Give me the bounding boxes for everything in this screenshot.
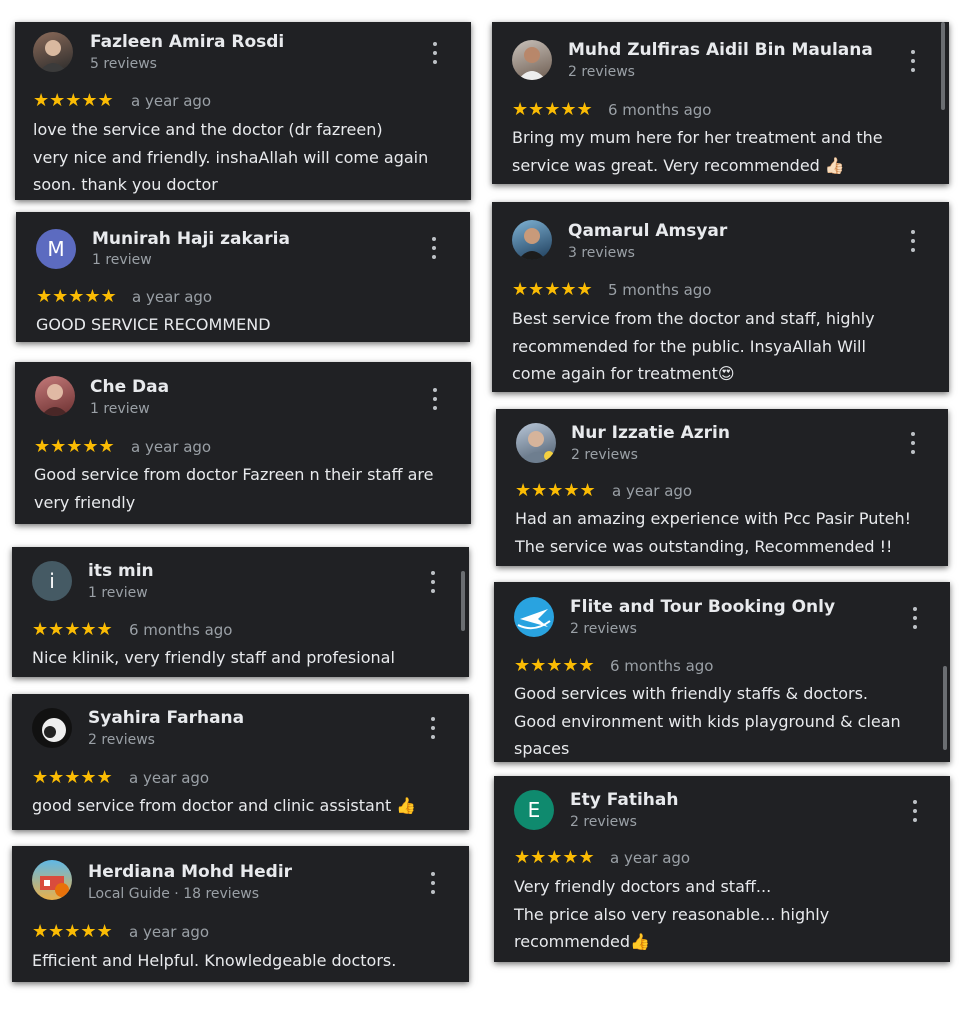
more-options-icon[interactable] [426,571,440,593]
person-photo-icon [522,431,554,463]
star-rating: ★★★★★ [512,99,593,120]
review-card: E Ety Fatihah 2 reviews ★★★★★ a year ago… [494,776,950,962]
reviewer-avatar[interactable]: i [32,561,72,601]
reviewer-avatar[interactable] [512,220,552,260]
review-time: a year ago [131,92,212,110]
review-text: Bring my mum here for her treatment and … [512,128,883,175]
review-text: good service from doctor and clinic assi… [32,796,417,815]
review-text: Good service from doctor Fazreen n their… [34,465,434,512]
more-options-icon[interactable] [908,607,922,629]
star-rating: ★★★★★ [514,655,595,676]
person-photo-icon [39,40,67,72]
reviewer-avatar[interactable] [514,597,554,637]
review-card: Herdiana Mohd Hedir Local Guide · 18 rev… [12,846,469,982]
review-time: 6 months ago [129,621,233,639]
reviewer-review-count: 2 reviews [570,814,637,830]
reviewer-avatar[interactable] [35,376,75,416]
review-card: Che Daa 1 review ★★★★★ a year ago Good s… [15,362,471,524]
review-text: Had an amazing experience with Pcc Pasir… [515,509,912,556]
star-rating: ★★★★★ [32,921,113,942]
reviewer-review-count: 2 reviews [568,64,635,80]
review-card: Fazleen Amira Rosdi 5 reviews ★★★★★ a ye… [15,22,471,200]
reviewer-review-count: 1 review [92,252,152,268]
reviewer-avatar[interactable]: M [36,229,76,269]
reviewer-review-count: 2 reviews [570,621,637,637]
more-options-icon[interactable] [426,872,440,894]
more-options-icon[interactable] [427,237,441,259]
more-options-icon[interactable] [906,50,920,72]
person-photo-icon [42,718,66,742]
review-text: GOOD SERVICE RECOMMEND [36,315,271,334]
more-options-icon[interactable] [908,800,922,822]
reviewer-review-count: 1 review [90,401,150,417]
reviewer-name[interactable]: Che Daa [90,377,169,397]
reviewer-name[interactable]: Fazleen Amira Rosdi [90,32,284,52]
reviewer-avatar[interactable]: E [514,790,554,830]
reviewer-avatar[interactable] [516,423,556,463]
person-photo-icon [41,384,69,416]
reviewer-avatar[interactable] [32,860,72,900]
reviewer-avatar[interactable] [32,708,72,748]
reviewer-name[interactable]: Syahira Farhana [88,708,244,728]
review-time: a year ago [129,923,210,941]
review-text: Best service from the doctor and staff, … [512,309,875,383]
review-card: Nur Izzatie Azrin 2 reviews ★★★★★ a year… [496,409,948,566]
reviewer-avatar[interactable] [33,32,73,72]
star-rating: ★★★★★ [33,90,114,111]
review-time: 6 months ago [608,101,712,119]
reviewer-name[interactable]: Muhd Zulfiras Aidil Bin Maulana [568,40,873,60]
review-card: Flite and Tour Booking Only 2 reviews ★★… [494,582,950,762]
star-rating: ★★★★★ [515,480,596,501]
reviewer-name[interactable]: Munirah Haji zakaria [92,229,290,249]
more-options-icon[interactable] [906,230,920,252]
reviewer-name[interactable]: Qamarul Amsyar [568,221,727,241]
star-rating: ★★★★★ [34,436,115,457]
reviewer-name[interactable]: Flite and Tour Booking Only [570,597,835,617]
star-rating: ★★★★★ [32,767,113,788]
review-card: Syahira Farhana 2 reviews ★★★★★ a year a… [12,694,469,830]
review-card: i its min 1 review ★★★★★ 6 months ago Ni… [12,547,469,677]
review-card: Muhd Zulfiras Aidil Bin Maulana 2 review… [492,22,949,184]
review-time: a year ago [610,849,691,867]
reviewer-avatar[interactable] [512,40,552,80]
review-text: love the service and the doctor (dr fazr… [33,120,429,194]
more-options-icon[interactable] [426,717,440,739]
more-options-icon[interactable] [428,388,442,410]
reviewer-name[interactable]: Nur Izzatie Azrin [571,423,730,443]
review-card: Qamarul Amsyar 3 reviews ★★★★★ 5 months … [492,202,949,392]
plane-logo-icon [517,609,551,630]
person-photo-icon [40,876,69,897]
scrollbar[interactable] [461,571,465,631]
review-text: Efficient and Helpful. Knowledgeable doc… [32,951,397,970]
review-time: a year ago [612,482,693,500]
reviewer-review-count: 2 reviews [571,447,638,463]
star-rating: ★★★★★ [512,279,593,300]
review-text: Very friendly doctors and staff... The p… [514,877,830,951]
reviewer-name[interactable]: Ety Fatihah [570,790,678,810]
review-text: Nice klinik, very friendly staff and pro… [32,648,395,667]
scrollbar[interactable] [941,22,945,110]
star-rating: ★★★★★ [36,286,117,307]
review-time: a year ago [129,769,210,787]
reviewer-review-count: 2 reviews [88,732,155,748]
star-rating: ★★★★★ [32,619,113,640]
review-time: a year ago [131,438,212,456]
star-rating: ★★★★★ [514,847,595,868]
review-time: a year ago [132,288,213,306]
scrollbar[interactable] [943,666,947,750]
person-photo-icon [518,228,546,260]
reviewer-review-count: 5 reviews [90,56,157,72]
reviewer-review-count: 3 reviews [568,245,635,261]
more-options-icon[interactable] [428,42,442,64]
reviewer-review-count: 1 review [88,585,148,601]
reviewer-review-count: Local Guide · 18 reviews [88,886,260,902]
review-time: 6 months ago [610,657,714,675]
reviewer-name[interactable]: Herdiana Mohd Hedir [88,862,292,882]
review-time: 5 months ago [608,281,712,299]
person-photo-icon [518,47,546,80]
review-card: M Munirah Haji zakaria 1 review ★★★★★ a … [16,212,470,342]
review-text: Good services with friendly staffs & doc… [514,684,901,758]
more-options-icon[interactable] [906,432,920,454]
reviewer-name[interactable]: its min [88,561,154,581]
